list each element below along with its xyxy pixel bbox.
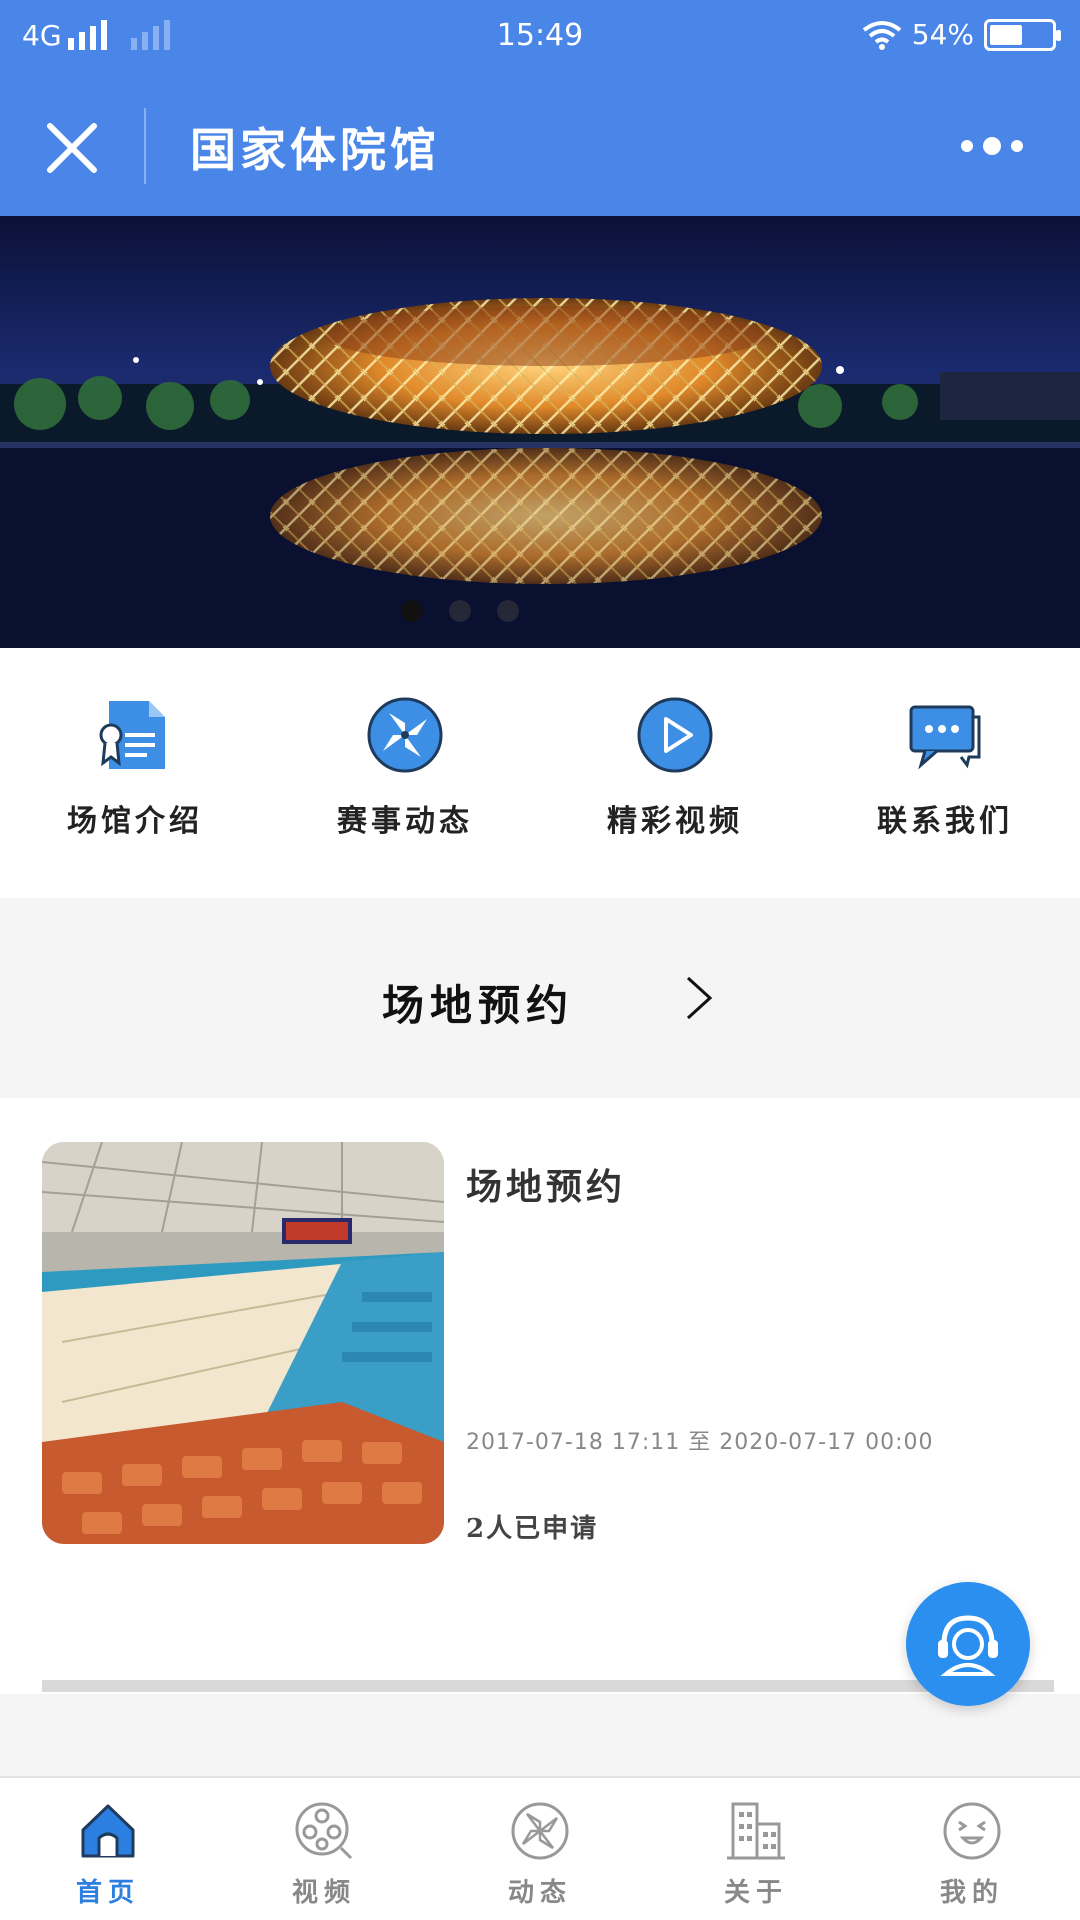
tab-label: 首页 — [75, 1878, 140, 1908]
pinwheel-icon — [507, 1798, 573, 1864]
tab-mine[interactable]: 我的 — [864, 1778, 1080, 1920]
nav-label: 场馆介绍 — [67, 804, 203, 839]
status-right: 54% — [862, 18, 1061, 51]
more-icon — [961, 140, 973, 152]
divider — [42, 1680, 1054, 1692]
tab-label: 我的 — [939, 1878, 1004, 1908]
tab-label: 关于 — [723, 1878, 788, 1908]
tab-home[interactable]: 首页 — [0, 1778, 216, 1920]
tab-label: 动态 — [507, 1878, 572, 1908]
app-header: 国家体院馆 — [0, 76, 1080, 216]
nav-label: 联系我们 — [877, 804, 1013, 839]
customer-service-icon — [938, 1615, 998, 1676]
section-header[interactable]: 场地预约 — [0, 898, 1080, 1098]
booking-card[interactable]: 场地预约 2017-07-18 17:11 至 2020-07-17 00:00… — [0, 1098, 1080, 1692]
battery-percent: 54% — [911, 18, 974, 51]
pinwheel-icon — [360, 690, 450, 780]
close-button[interactable] — [40, 116, 104, 180]
close-icon — [47, 123, 97, 173]
nav-label: 赛事动态 — [337, 804, 473, 839]
carousel-dot[interactable] — [497, 600, 519, 622]
nav-event-news[interactable]: 赛事动态 — [270, 648, 540, 898]
page-title: 国家体院馆 — [190, 123, 440, 177]
card-applicants: 2人已申请 — [466, 1514, 599, 1544]
play-icon — [630, 690, 720, 780]
smiley-icon — [939, 1798, 1005, 1864]
film-reel-icon — [291, 1798, 357, 1864]
building-icon — [723, 1798, 789, 1864]
tab-video[interactable]: 视频 — [216, 1778, 432, 1920]
carousel-indicator — [0, 600, 1000, 622]
quick-nav: 场馆介绍 赛事动态 精彩视频 联系我们 — [0, 648, 1080, 898]
chat-icon — [900, 690, 990, 780]
tab-label: 视频 — [291, 1878, 356, 1908]
battery-fill — [990, 24, 1022, 45]
document-icon — [90, 690, 180, 780]
gymnasium-photo — [42, 1142, 444, 1544]
banner-carousel[interactable] — [0, 216, 1080, 648]
customer-service-button[interactable] — [906, 1582, 1030, 1706]
tab-news[interactable]: 动态 — [432, 1778, 648, 1920]
status-bar: 4G 15:49 54% — [0, 0, 1080, 76]
card-date-range: 2017-07-18 17:11 至 2020-07-17 00:00 — [466, 1430, 934, 1455]
wifi-icon — [862, 20, 901, 50]
nav-venue-intro[interactable]: 场馆介绍 — [0, 648, 270, 898]
more-button[interactable] — [944, 128, 1040, 164]
chevron-right-icon — [686, 976, 713, 1020]
stadium-night-photo — [0, 298, 1080, 648]
tab-about[interactable]: 关于 — [648, 1778, 864, 1920]
bottom-tab-bar: 首页 视频 动态 关于 我的 — [0, 1776, 1080, 1920]
home-icon — [75, 1798, 141, 1864]
battery-icon — [984, 18, 1061, 51]
nav-videos[interactable]: 精彩视频 — [540, 648, 810, 898]
carousel-dot[interactable] — [401, 600, 423, 622]
section-title: 场地预约 — [381, 981, 574, 1030]
content-spacer — [0, 1694, 1080, 1778]
card-title: 场地预约 — [466, 1166, 627, 1208]
nav-contact-us[interactable]: 联系我们 — [810, 648, 1080, 898]
carousel-dot[interactable] — [449, 600, 471, 622]
header-divider — [144, 108, 146, 184]
nav-label: 精彩视频 — [607, 804, 743, 839]
